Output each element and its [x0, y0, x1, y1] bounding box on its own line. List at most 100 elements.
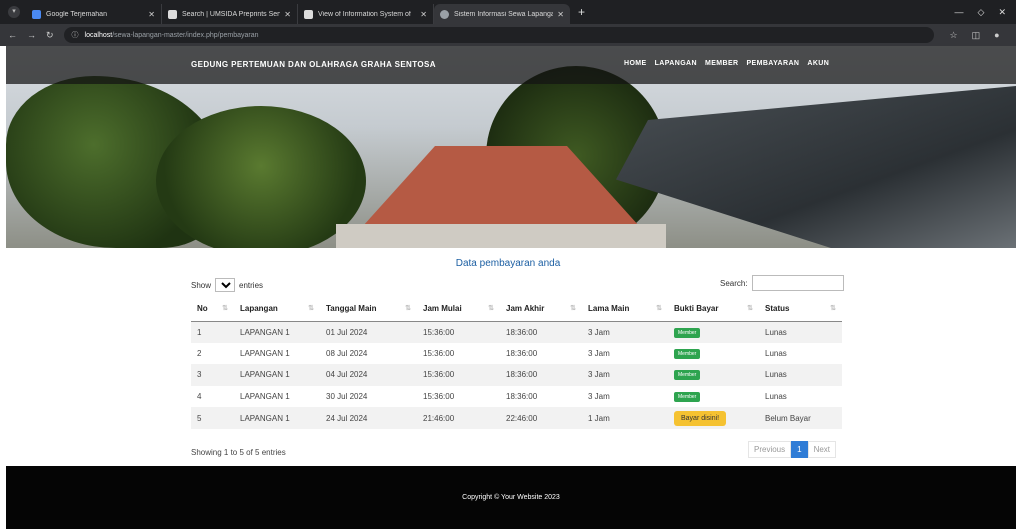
close-window-icon[interactable]: ✕ — [998, 7, 1006, 18]
cell-lapangan: LAPANGAN 1 — [234, 364, 320, 386]
cell-tanggal: 30 Jul 2024 — [326, 392, 368, 402]
entries-select[interactable]: 10 — [215, 278, 236, 292]
cell-status: Lunas — [765, 392, 787, 402]
column-header-jam-akhir[interactable]: Jam Akhir ⇅ — [500, 297, 582, 322]
browser-tab-bar: ▾ Google Terjemahan ✕ Search | UMSIDA Pr… — [0, 0, 1016, 24]
cell-status: Lunas — [759, 321, 842, 343]
tab-search-icon[interactable]: ▾ — [8, 6, 20, 18]
column-header-lapangan[interactable]: Lapangan ⇅ — [234, 297, 320, 322]
table-row: 4 LAPANGAN 1 30 Jul 2024 15:36:00 18:36:… — [191, 386, 842, 408]
cell-lapangan: LAPANGAN 1 — [240, 348, 290, 358]
member-badge: Member — [674, 392, 701, 403]
cell-lapangan: LAPANGAN 1 — [240, 392, 290, 402]
cell-akhir: 18:36:00 — [500, 364, 582, 386]
pagination-next[interactable]: Next — [807, 441, 837, 458]
sort-icon: ⇅ — [222, 305, 228, 312]
cell-akhir: 22:46:00 — [500, 407, 582, 429]
sort-icon: ⇅ — [308, 305, 314, 312]
cell-bukti: Member — [668, 321, 759, 343]
browser-tab[interactable]: Google Terjemahan ✕ — [26, 4, 162, 24]
close-tab-icon[interactable]: ✕ — [284, 10, 291, 19]
profile-icon[interactable]: ● — [994, 30, 999, 41]
entries-length-control: Show 10 entries — [191, 278, 263, 292]
back-icon[interactable]: ← — [8, 30, 17, 40]
cell-lama: 3 Jam — [588, 392, 610, 402]
reload-icon[interactable]: ↻ — [46, 30, 54, 41]
nav-item-pembayaran[interactable]: PEMBAYARAN — [746, 60, 799, 67]
forward-icon[interactable]: → — [27, 30, 36, 40]
bookmark-star-icon[interactable]: ☆ — [950, 30, 958, 41]
search-input[interactable] — [751, 275, 844, 291]
browser-tab[interactable]: Search | UMSIDA Preprints Serv ✕ — [162, 4, 298, 24]
entries-label: entries — [239, 280, 264, 290]
site-info-icon[interactable]: ⓘ — [72, 30, 79, 40]
address-bar-row: ← → ↻ ⓘ localhost /sewa-lapangan-master/… — [0, 24, 1016, 46]
member-badge: Member — [674, 348, 701, 359]
url-path: /sewa-lapangan-master/index.php/pembayar… — [112, 31, 259, 39]
cell-akhir: 18:36:00 — [506, 392, 538, 402]
browser-tab-active[interactable]: Sistem Informasi Sewa Lapanga ✕ — [434, 4, 570, 24]
cell-tanggal: 24 Jul 2024 — [320, 407, 417, 429]
nav-item-lapangan[interactable]: LAPANGAN — [655, 60, 697, 67]
nav-item-home[interactable]: HOME — [624, 60, 647, 67]
page-title: Data pembayaran anda — [455, 258, 561, 269]
table-row: 2 LAPANGAN 1 08 Jul 2024 15:36:00 18:36:… — [191, 343, 842, 365]
nav-item-member[interactable]: MEMBER — [705, 60, 739, 67]
url-field[interactable]: ⓘ localhost /sewa-lapangan-master/index.… — [63, 27, 934, 43]
sort-icon: ⇅ — [570, 305, 576, 312]
cell-tanggal: 04 Jul 2024 — [320, 364, 417, 386]
sort-icon: ⇅ — [656, 305, 662, 312]
close-tab-icon[interactable]: ✕ — [420, 10, 427, 19]
pay-here-button[interactable]: Bayar disini! — [674, 410, 727, 426]
cell-lama: 3 Jam — [582, 364, 668, 386]
minimize-icon[interactable]: — — [955, 7, 964, 18]
pagination: Previous 1 Next — [748, 441, 837, 458]
extensions-icon[interactable]: ◫ — [972, 30, 981, 41]
column-header-bukti-bayar[interactable]: Bukti Bayar ⇅ — [668, 297, 759, 322]
cell-no: 4 — [197, 392, 202, 402]
tab-title: View of Information System of — [318, 10, 411, 18]
cell-no: 3 — [191, 364, 234, 386]
browser-tab[interactable]: View of Information System of ✕ — [298, 4, 434, 24]
column-header-status[interactable]: Status ⇅ — [759, 297, 842, 322]
column-header-tanggal-main[interactable]: Tanggal Main ⇅ — [320, 297, 417, 322]
cell-bukti: Member — [668, 343, 759, 365]
hero-banner: GEDUNG PERTEMUAN DAN OLAHRAGA GRAHA SENT… — [6, 46, 1016, 248]
column-header-lama-main[interactable]: Lama Main ⇅ — [582, 297, 668, 322]
cell-no: 2 — [197, 348, 202, 358]
site-brand[interactable]: GEDUNG PERTEMUAN DAN OLAHRAGA GRAHA SENT… — [191, 60, 436, 69]
cell-bukti: Bayar disini! — [668, 407, 759, 429]
cell-lapangan: LAPANGAN 1 — [234, 407, 320, 429]
cell-lama: 3 Jam — [582, 321, 668, 343]
close-tab-icon[interactable]: ✕ — [557, 10, 564, 19]
cell-akhir: 18:36:00 — [500, 321, 582, 343]
search-label: Search: — [720, 278, 748, 288]
cell-tanggal: 01 Jul 2024 — [320, 321, 417, 343]
table-search: Search: — [720, 275, 844, 291]
cell-no: 1 — [191, 321, 234, 343]
column-header-jam-mulai[interactable]: Jam Mulai ⇅ — [417, 297, 500, 322]
sort-icon: ⇅ — [405, 305, 411, 312]
maximize-icon[interactable]: ◇ — [978, 7, 985, 18]
cell-tanggal: 08 Jul 2024 — [326, 348, 368, 358]
column-header-no[interactable]: No ⇅ — [191, 297, 234, 322]
cell-lama: 1 Jam — [582, 407, 668, 429]
site-navbar: GEDUNG PERTEMUAN DAN OLAHRAGA GRAHA SENT… — [6, 46, 1016, 84]
site-footer: Copyright © Your Website 2023 — [6, 466, 1016, 529]
tab-title: Sistem Informasi Sewa Lapanga — [454, 10, 554, 18]
pagination-previous[interactable]: Previous — [748, 441, 792, 458]
globe-icon — [440, 9, 449, 19]
cell-lama: 3 Jam — [588, 348, 610, 358]
sort-icon: ⇅ — [747, 305, 753, 312]
cell-mulai: 15:36:00 — [423, 348, 455, 358]
close-tab-icon[interactable]: ✕ — [148, 10, 155, 19]
tab-title: Search | UMSIDA Preprints Serv — [182, 10, 281, 18]
table-info: Showing 1 to 5 of 5 entries — [191, 448, 286, 457]
table-header-row: No ⇅ Lapangan ⇅ Tanggal Main ⇅ Jam Mulai ⇅ J… — [191, 297, 842, 322]
pagination-page-1[interactable]: 1 — [791, 441, 808, 458]
table-row: 3 LAPANGAN 1 04 Jul 2024 15:36:00 18:36:… — [191, 364, 842, 386]
new-tab-button[interactable]: + — [578, 5, 585, 19]
nav-item-akun[interactable]: AKUN — [807, 60, 829, 67]
window-controls: — ◇ ✕ — [955, 7, 1016, 18]
cell-mulai: 21:46:00 — [417, 407, 500, 429]
